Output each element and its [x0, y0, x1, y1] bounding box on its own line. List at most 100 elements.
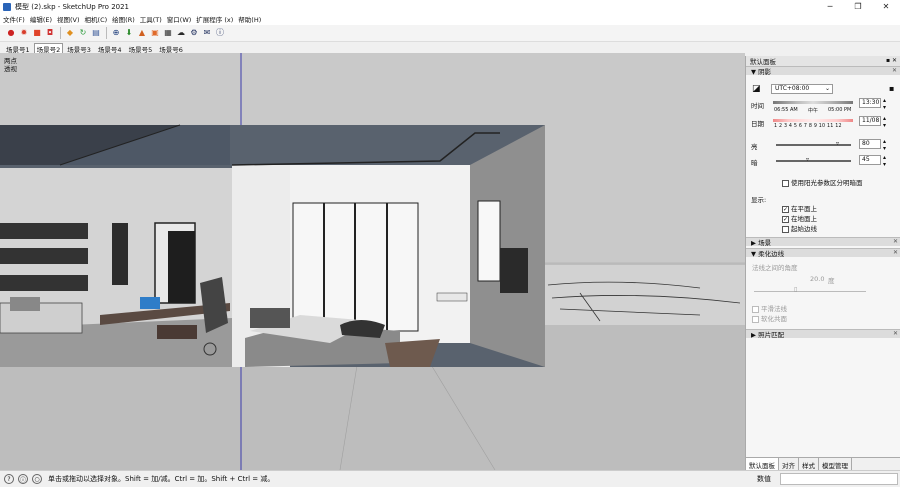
menu-draw[interactable]: 绘图(R) [112, 14, 135, 24]
tray-tab-model-manager[interactable]: 模型管理 [819, 458, 852, 470]
toolbar-separator [106, 27, 107, 39]
layers-icon[interactable]: ▤ [90, 27, 102, 39]
section-close-icon[interactable]: ✕ [893, 330, 898, 337]
date-slider[interactable] [773, 119, 853, 122]
light-input[interactable]: 80 [859, 139, 881, 149]
minimize-button[interactable]: ─ [816, 0, 844, 13]
date-label: 日期 [751, 120, 764, 128]
menu-extensions[interactable]: 扩展程序 (x) [196, 14, 233, 24]
folder-icon[interactable]: ■ [31, 27, 43, 39]
menu-window[interactable]: 窗口(W) [167, 14, 192, 24]
material-icon[interactable]: ▣ [149, 27, 161, 39]
side-table [436, 292, 468, 302]
scene-tab-1[interactable]: 场景号1 [3, 43, 33, 54]
projection-label-2: 透视 [4, 65, 17, 73]
refresh-icon[interactable]: ↻ [77, 27, 89, 39]
status-circle-icon[interactable]: ○ [32, 474, 42, 484]
menu-help[interactable]: 帮助(H) [238, 14, 261, 24]
terrain-icon[interactable]: ▲ [136, 27, 148, 39]
menu-view[interactable]: 视图(V) [57, 14, 80, 24]
tray-tab-styles[interactable]: 样式 [799, 458, 819, 470]
camera-icon[interactable]: ◘ [44, 27, 56, 39]
dark-slider-thumb[interactable]: ▿ [806, 156, 809, 163]
checker-icon[interactable]: ▦ [162, 27, 174, 39]
on-faces-checkbox[interactable]: ✓ [782, 205, 789, 213]
light-slider[interactable] [776, 144, 851, 146]
shadows-section-header[interactable]: ▼ 阴影 ✕ [746, 66, 900, 76]
soften-section-header[interactable]: ▼ 柔化边线 ✕ [746, 248, 900, 258]
component-icon[interactable]: ● [5, 27, 17, 39]
on-ground-checkbox[interactable]: ✓ [782, 215, 789, 223]
gear-plugin-icon[interactable]: ⚙ [188, 27, 200, 39]
section-close-icon[interactable]: ✕ [893, 249, 898, 256]
soften-header-text: ▼ 柔化边线 [751, 250, 785, 258]
model-viewport[interactable]: 两点 透视 [0, 53, 745, 470]
tray-tab-default[interactable]: 默认面板 [746, 458, 779, 470]
normals-angle-label: 法线之间的角度 [752, 264, 798, 272]
shadows-body: ◪ UTC+08:00 ⌄ ▪ 时间 06:55 AM 中午 05:00 PM … [746, 76, 900, 236]
section-close-icon[interactable]: ✕ [893, 238, 898, 245]
on-faces-row[interactable]: ✓ 在平面上 [782, 203, 817, 213]
tray-tabs: 默认面板 对齐 样式 模型管理 [746, 457, 900, 470]
mail-icon[interactable]: ✉ [201, 27, 213, 39]
from-edges-checkbox[interactable] [782, 225, 789, 233]
cloud-icon[interactable]: ☁ [175, 27, 187, 39]
maximize-button[interactable]: ❐ [844, 0, 872, 13]
time-slider[interactable] [773, 101, 853, 104]
time-stepper[interactable]: ▴ ▾ [883, 97, 886, 111]
timezone-select[interactable]: UTC+08:00 ⌄ [771, 84, 833, 94]
tray-tab-align[interactable]: 对齐 [779, 458, 799, 470]
scene-tab-4[interactable]: 场景号4 [95, 43, 125, 54]
shadow-toggle-icon[interactable]: ◪ [752, 84, 761, 94]
date-stepper[interactable]: ▴ ▾ [883, 115, 886, 129]
close-button[interactable]: ✕ [872, 0, 900, 13]
time-input[interactable]: 13:30 [859, 98, 881, 108]
light-slider-thumb[interactable]: ▿ [836, 140, 839, 147]
download-icon[interactable]: ⬇ [123, 27, 135, 39]
shadow-settings-icon[interactable]: ▪ [889, 84, 894, 93]
help-icon[interactable]: ? [4, 474, 14, 484]
tray-pin-close[interactable]: ▪ ✕ [886, 57, 897, 64]
section-close-icon[interactable]: ✕ [892, 67, 897, 74]
light-stepper[interactable]: ▴ ▾ [883, 138, 886, 152]
menu-edit[interactable]: 编辑(E) [30, 14, 52, 24]
timezone-value: UTC+08:00 [775, 85, 810, 92]
time-label: 时间 [751, 102, 764, 110]
soften-coplanar-checkbox[interactable] [752, 315, 759, 323]
bed-headboard [250, 308, 290, 328]
dark-input[interactable]: 45 [859, 155, 881, 165]
from-edges-row[interactable]: 起始边线 [782, 223, 817, 233]
window-title: 模型 (2).skp - SketchUp Pro 2021 [15, 2, 130, 11]
info-icon[interactable]: ⓘ [18, 474, 28, 484]
dark-stepper[interactable]: ▴ ▾ [883, 154, 886, 168]
dark-slider[interactable] [776, 160, 851, 162]
scene-tab-6[interactable]: 场景号6 [156, 43, 186, 54]
plugin-box-icon[interactable]: ◆ [64, 27, 76, 39]
menu-tools[interactable]: 工具(T) [140, 14, 162, 24]
add-circle-icon[interactable]: ⊕ [110, 27, 122, 39]
soften-coplanar-row[interactable]: 软化共面 [752, 313, 787, 323]
use-sun-row[interactable]: 使用阳光参数区分明暗面 [782, 177, 863, 187]
menu-camera[interactable]: 相机(C) [85, 14, 108, 24]
settings-gear-icon[interactable]: ✹ [18, 27, 30, 39]
angle-slider[interactable] [754, 291, 866, 292]
measurements-input[interactable] [780, 473, 898, 485]
scene-tab-5[interactable]: 场景号5 [126, 43, 156, 54]
on-ground-row[interactable]: ✓ 在地面上 [782, 213, 817, 223]
scenes-section-header[interactable]: ▶ 场景 ✕ [746, 237, 900, 247]
angle-slider-thumb[interactable]: ▯ [794, 286, 797, 293]
wall-panel-tall [112, 223, 128, 285]
smooth-normals-checkbox[interactable] [752, 305, 759, 313]
desk-base [157, 325, 197, 339]
photo-match-section-header[interactable]: ▶ 照片匹配 ✕ [746, 329, 900, 339]
angle-unit: 度 [828, 277, 835, 285]
menu-file[interactable]: 文件(F) [3, 14, 25, 24]
date-input[interactable]: 11/08 [859, 116, 881, 126]
scene-tab-2[interactable]: 场景号2 [33, 43, 64, 54]
use-sun-checkbox[interactable] [782, 179, 789, 187]
scene-tab-3[interactable]: 场景号3 [64, 43, 94, 54]
angle-value: 20.0 [810, 275, 825, 283]
smooth-normals-row[interactable]: 平滑法线 [752, 303, 787, 313]
info-icon[interactable]: ⓘ [214, 27, 226, 39]
default-tray: 默认面板 ▪ ✕ ▼ 阴影 ✕ ◪ UTC+08:00 ⌄ ▪ 时间 06:55… [745, 56, 900, 470]
